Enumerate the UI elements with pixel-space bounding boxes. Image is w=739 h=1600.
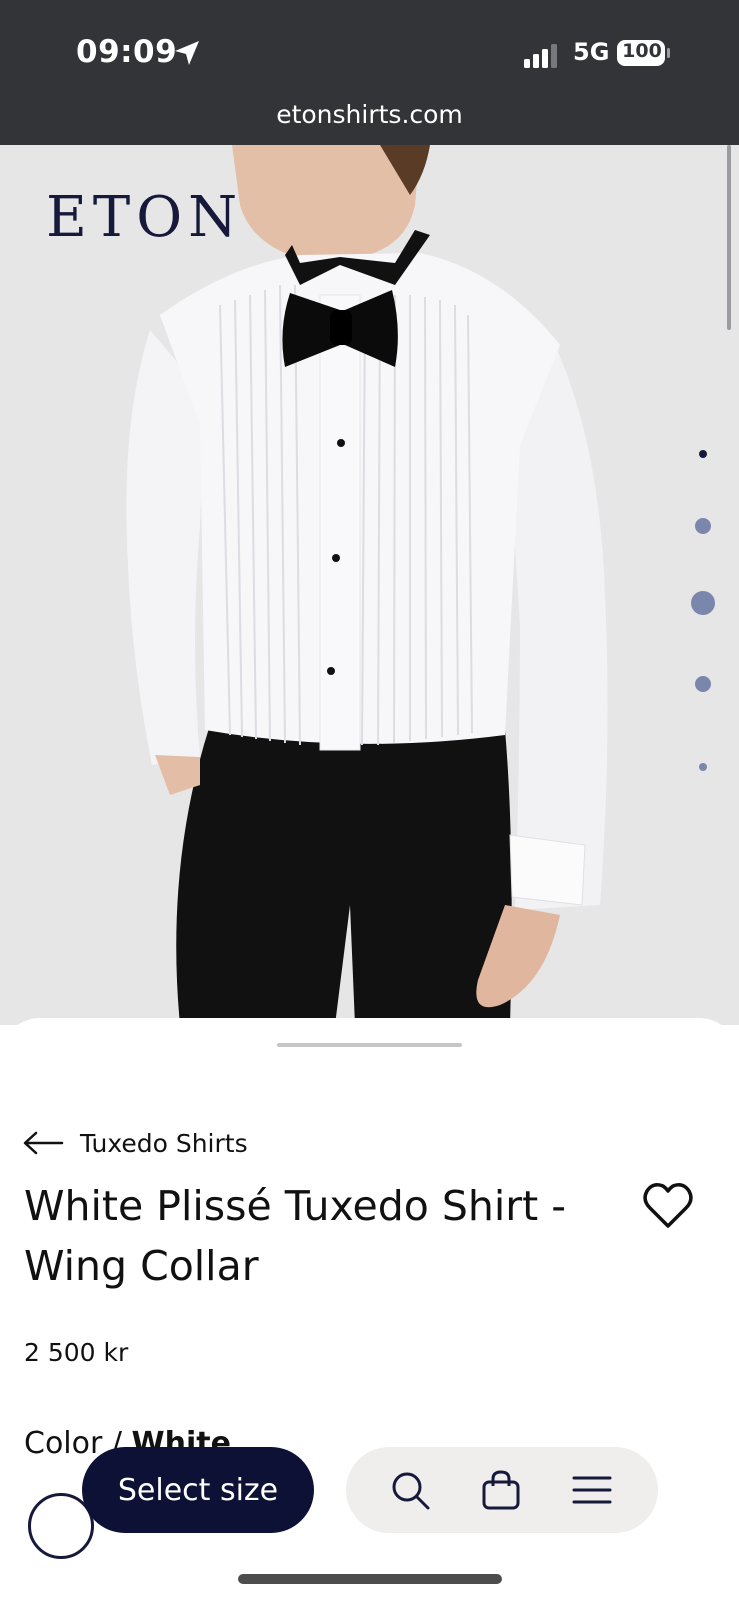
product-photo [126, 145, 608, 1025]
bottom-nav [346, 1447, 658, 1533]
status-time: 09:09 [76, 34, 178, 70]
swatch-fill [35, 1500, 87, 1552]
url-bar[interactable]: etonshirts.com [0, 100, 739, 129]
product-image[interactable]: ETON [0, 145, 739, 1025]
heart-icon[interactable] [640, 1178, 696, 1234]
scrollbar[interactable] [727, 145, 731, 330]
select-size-button[interactable]: Select size [82, 1447, 314, 1533]
status-bar: 09:09 5G 100 etonshirts.com [0, 0, 739, 145]
breadcrumb-back[interactable]: Tuxedo Shirts [22, 1123, 248, 1163]
signal-icon [524, 44, 557, 68]
bag-icon[interactable] [479, 1468, 523, 1512]
back-arrow-icon [23, 1131, 64, 1155]
search-icon[interactable] [388, 1468, 432, 1512]
menu-icon[interactable] [570, 1468, 614, 1512]
product-price: 2 500 kr [24, 1338, 129, 1367]
eton-logo: ETON [46, 185, 244, 250]
sheet-grabber[interactable] [277, 1043, 462, 1047]
location-arrow-icon [175, 41, 199, 65]
home-indicator[interactable] [238, 1574, 502, 1584]
battery-level: 100 [622, 40, 662, 62]
breadcrumb-label: Tuxedo Shirts [80, 1128, 248, 1158]
network-label: 5G [573, 38, 610, 66]
product-title: White Plissé Tuxedo Shirt - Wing Collar [24, 1182, 567, 1290]
